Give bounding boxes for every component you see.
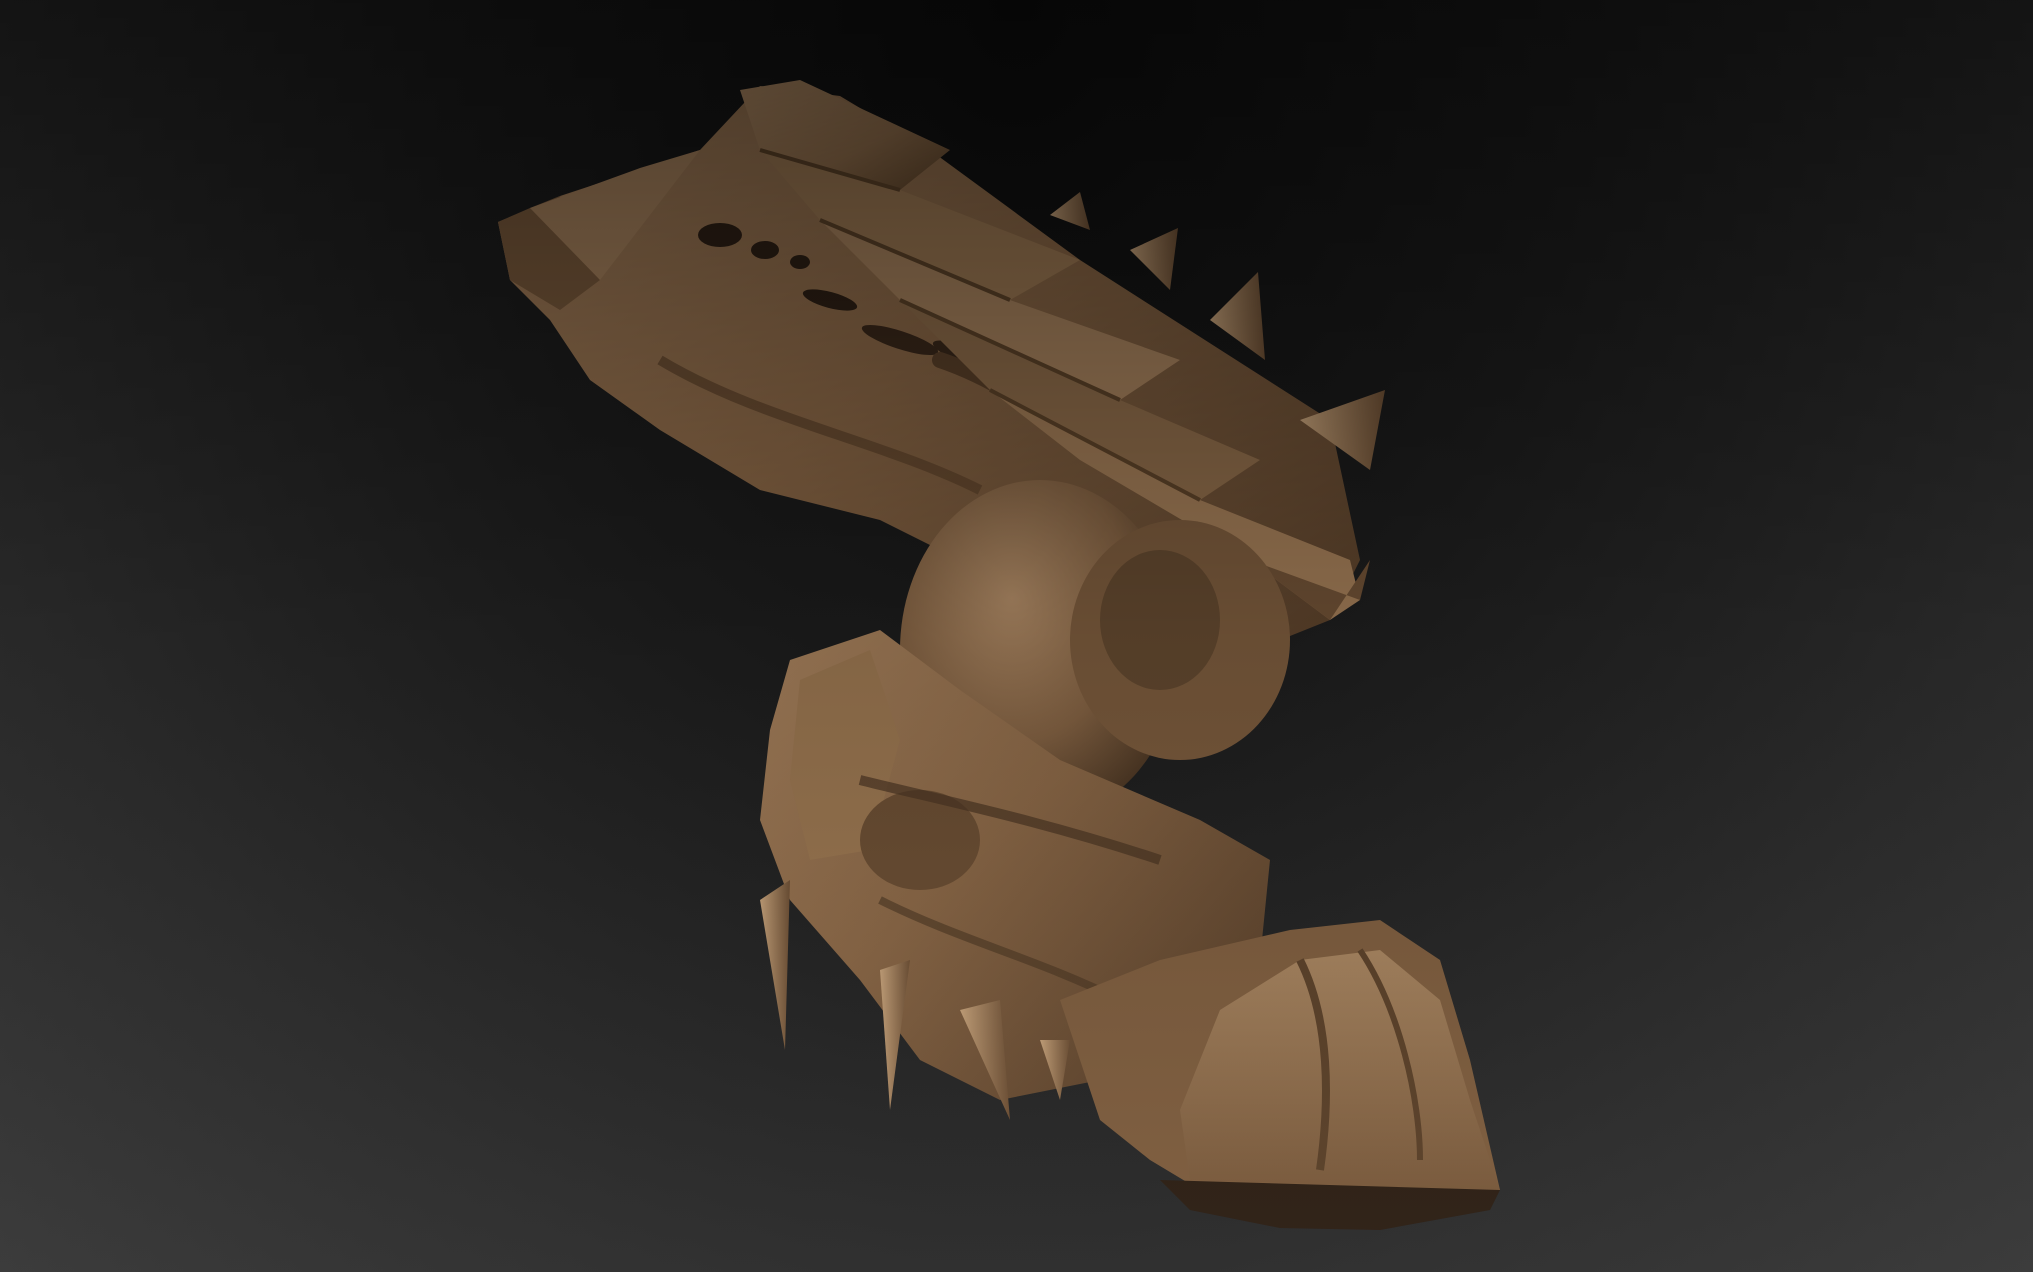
sculpted-creature-leg-model <box>498 80 1500 1230</box>
3d-viewport[interactable] <box>0 0 2033 1272</box>
